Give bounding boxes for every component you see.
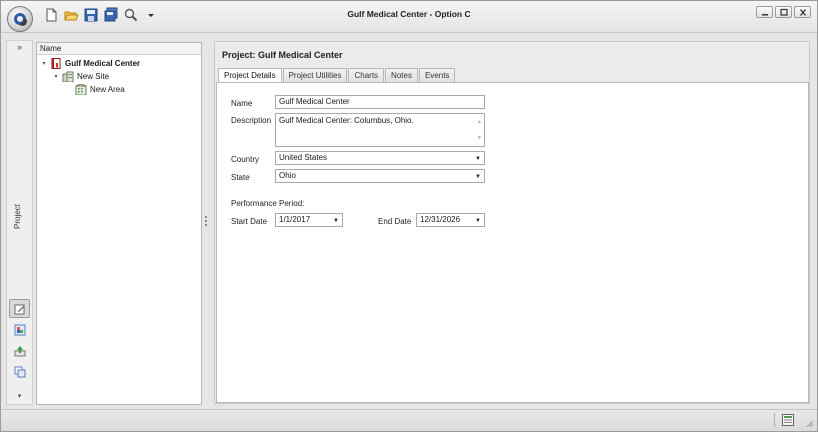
end-date-value: 12/31/2026 xyxy=(420,215,461,224)
tree-item-site[interactable]: ▾ New Site xyxy=(52,70,109,82)
rail-project-tab[interactable]: Project xyxy=(13,191,27,231)
minimize-button[interactable] xyxy=(756,6,773,18)
maximize-button[interactable] xyxy=(775,6,792,18)
start-date-picker[interactable]: 1/1/2017 ▼ xyxy=(275,213,343,227)
state-select[interactable]: Ohio ▼ xyxy=(275,169,485,183)
tree-item-project[interactable]: ▾ Gulf Medical Center xyxy=(40,57,140,69)
layout-toggle-icon[interactable] xyxy=(782,414,794,426)
tree-item-label: New Site xyxy=(77,71,110,81)
window-title: Gulf Medical Center - Option C xyxy=(347,9,471,19)
rail-icon-group xyxy=(9,299,30,383)
status-bar xyxy=(1,409,817,431)
name-field[interactable]: Gulf Medical Center xyxy=(275,95,485,109)
project-details-form: Name Gulf Medical Center Description Gul… xyxy=(216,82,809,403)
window-controls xyxy=(756,6,811,18)
chevron-down-icon[interactable]: ▼ xyxy=(475,171,481,182)
tree-column-header[interactable]: Name xyxy=(37,43,201,55)
country-value: United States xyxy=(279,153,328,162)
start-date-label: Start Date xyxy=(231,217,268,226)
tab-project-utilities[interactable]: Project Utilities xyxy=(282,68,348,82)
expand-rail-button[interactable]: » xyxy=(7,41,32,55)
project-tree: Name ▾ Gulf Medical Center ▾ New Site Ne… xyxy=(36,42,202,405)
rail-project-label: Project xyxy=(13,204,22,229)
status-separator xyxy=(774,413,775,427)
tab-project-details[interactable]: Project Details xyxy=(218,68,282,83)
collapse-arrow-icon[interactable]: ▾ xyxy=(52,73,60,80)
project-book-icon xyxy=(50,57,62,69)
building-icon xyxy=(62,71,74,82)
tab-charts[interactable]: Charts xyxy=(348,68,385,82)
edit-project-icon[interactable] xyxy=(9,299,30,318)
country-select[interactable]: United States ▼ xyxy=(275,151,485,165)
chevron-down-icon[interactable]: ▼ xyxy=(333,215,339,226)
country-label: Country xyxy=(231,155,260,164)
chevron-down-icon[interactable]: ▼ xyxy=(475,153,481,164)
title-bar: Gulf Medical Center - Option C xyxy=(1,1,817,33)
page-title: Project: Gulf Medical Center xyxy=(222,50,343,60)
description-label: Description xyxy=(231,116,272,125)
performance-period-label: Performance Period: xyxy=(231,199,305,208)
navigation-rail: » Project ▾ xyxy=(6,40,33,405)
tree-item-label: New Area xyxy=(90,84,125,94)
state-label: State xyxy=(231,173,250,182)
description-scrollbar[interactable]: ▲ ▼ xyxy=(476,115,483,145)
name-label: Name xyxy=(231,99,253,108)
copy-icon[interactable] xyxy=(9,362,30,381)
export-icon[interactable] xyxy=(9,341,30,360)
end-date-label: End Date xyxy=(378,217,412,226)
description-field[interactable]: Gulf Medical Center: Columbus, Ohio. ▲ ▼ xyxy=(275,113,485,147)
tab-events[interactable]: Events xyxy=(418,68,456,82)
tree-item-label: Gulf Medical Center xyxy=(65,58,141,68)
close-button[interactable] xyxy=(794,6,811,18)
tab-notes[interactable]: Notes xyxy=(385,68,418,82)
state-value: Ohio xyxy=(279,171,296,180)
panel-splitter[interactable] xyxy=(205,216,208,228)
project-details-panel: Project: Gulf Medical Center Project Det… xyxy=(214,41,810,404)
tab-strip: Project Details Project Utilities Charts… xyxy=(218,68,456,83)
tree-item-area[interactable]: New Area xyxy=(73,83,125,95)
resize-grip-icon[interactable] xyxy=(806,420,814,428)
area-icon xyxy=(75,83,87,95)
collapse-arrow-icon[interactable]: ▾ xyxy=(40,60,48,67)
rail-more-button[interactable]: ▾ xyxy=(7,390,32,404)
end-date-picker[interactable]: 12/31/2026 ▼ xyxy=(416,213,485,227)
chevron-down-icon[interactable]: ▼ xyxy=(475,215,481,226)
reports-icon[interactable] xyxy=(9,320,30,339)
description-text: Gulf Medical Center: Columbus, Ohio. xyxy=(279,116,414,125)
start-date-value: 1/1/2017 xyxy=(279,215,311,224)
app-window: Gulf Medical Center - Option C » Project xyxy=(0,0,818,432)
